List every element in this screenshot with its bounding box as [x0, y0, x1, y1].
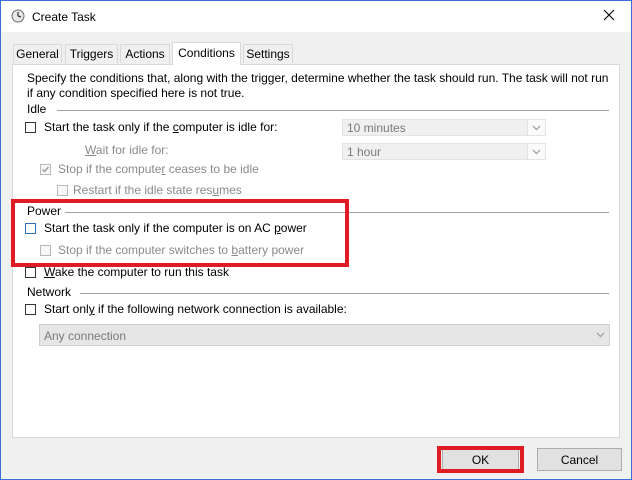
wait-duration-value: 1 hour: [347, 145, 382, 159]
window-title: Create Task: [32, 10, 96, 24]
ok-button[interactable]: OK: [442, 448, 519, 471]
wait-duration-select[interactable]: 1 hour: [342, 143, 546, 160]
idle-duration-select[interactable]: 10 minutes: [342, 119, 546, 136]
network-divider: [80, 293, 609, 294]
idle-heading: Idle: [27, 102, 47, 116]
title-bar: Create Task: [1, 1, 631, 32]
idle-duration-value: 10 minutes: [347, 121, 406, 135]
chevron-down-icon: [527, 144, 545, 159]
network-heading: Network: [27, 285, 72, 299]
power-divider: [65, 212, 609, 213]
network-connection-select[interactable]: Any connection: [39, 324, 610, 346]
conditions-description: Specify the conditions that, along with …: [27, 71, 609, 100]
wait-for-idle-label: Wait for idle for:: [85, 143, 169, 157]
wake-to-run-checkbox[interactable]: [25, 267, 36, 278]
network-connection-value: Any connection: [44, 329, 127, 343]
create-task-dialog: Create Task General Triggers Actions Con…: [0, 0, 632, 480]
close-icon: [603, 9, 615, 24]
tab-actions[interactable]: Actions: [120, 44, 170, 63]
start-if-network-checkbox[interactable]: [25, 304, 36, 315]
idle-divider: [57, 110, 609, 111]
stop-if-not-idle-checkbox[interactable]: [40, 164, 51, 175]
start-if-idle-label[interactable]: Start the task only if the computer is i…: [44, 120, 277, 134]
power-heading: Power: [27, 204, 62, 218]
start-if-idle-checkbox[interactable]: [25, 122, 36, 133]
tab-general[interactable]: General: [13, 44, 62, 63]
stop-if-not-idle-label[interactable]: Stop if the computer ceases to be idle: [58, 162, 259, 176]
start-if-network-label[interactable]: Start only if the following network conn…: [44, 302, 347, 316]
clock-icon: [11, 9, 25, 23]
start-on-ac-checkbox[interactable]: [25, 223, 36, 234]
restart-if-idle-checkbox[interactable]: [57, 185, 68, 196]
cancel-button[interactable]: Cancel: [537, 448, 622, 471]
stop-on-battery-checkbox[interactable]: [40, 245, 51, 256]
close-button[interactable]: [587, 1, 631, 31]
start-on-ac-label[interactable]: Start the task only if the computer is o…: [44, 221, 307, 235]
tab-settings[interactable]: Settings: [243, 44, 293, 63]
wake-to-run-label[interactable]: Wake the computer to run this task: [44, 265, 229, 279]
tab-conditions[interactable]: Conditions: [172, 42, 241, 65]
stop-on-battery-label[interactable]: Stop if the computer switches to battery…: [58, 243, 304, 257]
chevron-down-icon: [592, 325, 609, 345]
chevron-down-icon: [527, 120, 545, 135]
conditions-panel: Specify the conditions that, along with …: [12, 64, 620, 438]
restart-if-idle-label[interactable]: Restart if the idle state resumes: [73, 183, 242, 197]
checkmark-icon: [42, 166, 50, 173]
tab-triggers[interactable]: Triggers: [65, 44, 118, 63]
